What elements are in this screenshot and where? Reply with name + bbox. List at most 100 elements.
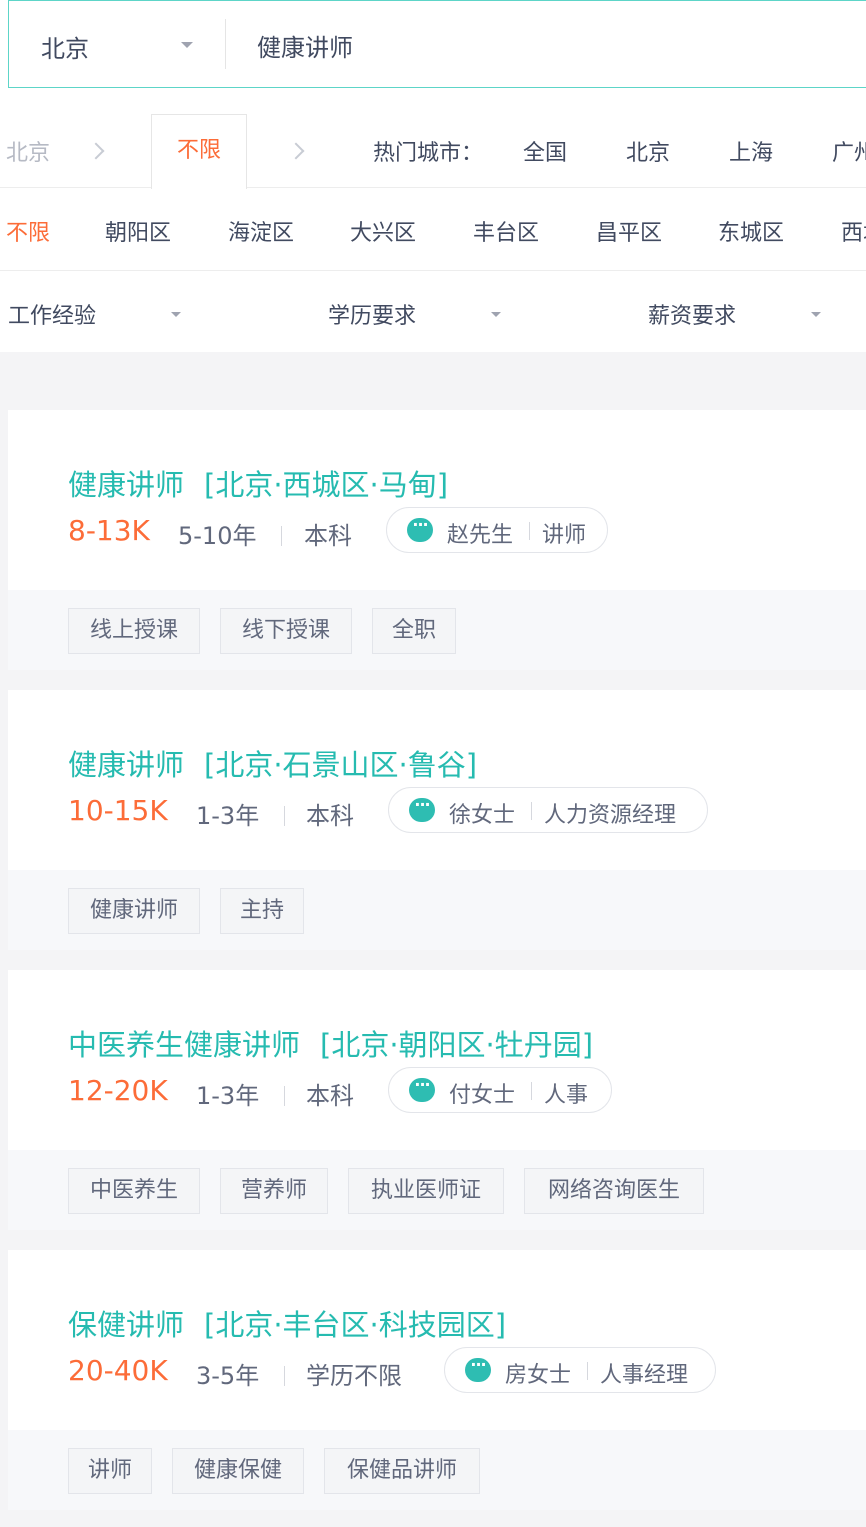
job-title[interactable]: 保健讲师 [北京·丰台区·科技园区] xyxy=(68,1302,506,1344)
chat-bubble-icon xyxy=(465,1355,491,1382)
job-tag: 健康保健 xyxy=(172,1448,304,1494)
filter-panel: 北京 北京 热门城市： 全国 北京 上海 广州 不限 不限 朝阳区 海淀区 大兴… xyxy=(0,0,866,352)
job-tag: 网络咨询医生 xyxy=(524,1168,704,1214)
meta-divider xyxy=(281,526,282,546)
meta-divider xyxy=(284,1086,285,1106)
job-location: [北京·石景山区·鲁谷] xyxy=(204,748,478,782)
job-salary: 12-20K xyxy=(68,1074,168,1107)
filter-salary[interactable]: 薪资要求 xyxy=(648,298,736,330)
chip-divider xyxy=(531,1082,532,1100)
caret-down-icon[interactable] xyxy=(171,312,181,317)
filter-experience[interactable]: 工作经验 xyxy=(8,298,96,330)
chip-divider xyxy=(531,802,532,820)
chat-bubble-icon xyxy=(409,795,435,822)
filter-education[interactable]: 学历要求 xyxy=(328,298,416,330)
hot-cities-label: 热门城市： xyxy=(373,141,484,166)
job-tag: 讲师 xyxy=(68,1448,152,1494)
hot-city-national[interactable]: 全国 xyxy=(523,135,567,167)
job-experience: 3-5年 xyxy=(196,1362,260,1390)
job-tag: 保健品讲师 xyxy=(324,1448,480,1494)
caret-down-icon[interactable] xyxy=(181,42,193,48)
job-tag: 主持 xyxy=(220,888,304,934)
recruiter-role: 人事 xyxy=(544,1083,589,1108)
job-salary: 10-15K xyxy=(68,794,168,827)
location-row: 北京 热门城市： 全国 北京 上海 广州 xyxy=(0,112,866,188)
job-education: 本科 xyxy=(306,802,354,830)
job-card[interactable]: 健康讲师 [北京·西城区·马甸] 8-13K 5-10年 本科 赵先生 讲师 线上… xyxy=(8,410,866,670)
job-salary: 20-40K xyxy=(68,1354,168,1387)
job-tags: 健康讲师 主持 xyxy=(8,870,866,950)
caret-down-icon[interactable] xyxy=(491,312,501,317)
city-selector[interactable]: 北京 xyxy=(41,29,89,64)
hot-city-shanghai[interactable]: 上海 xyxy=(729,135,773,167)
job-card-header[interactable]: 健康讲师 [北京·石景山区·鲁谷] 10-15K 1-3年 本科 徐女士 人力资源… xyxy=(8,690,866,870)
job-name: 健康讲师 xyxy=(68,468,185,502)
hot-city-guangzhou[interactable]: 广州 xyxy=(832,135,866,167)
job-tag: 中医养生 xyxy=(68,1168,200,1214)
job-tag: 营养师 xyxy=(220,1168,328,1214)
search-input[interactable] xyxy=(257,23,817,67)
job-tags: 中医养生 营养师 执业医师证 网络咨询医生 xyxy=(8,1150,866,1230)
job-experience: 1-3年 xyxy=(196,1082,260,1110)
job-card[interactable]: 健康讲师 [北京·石景山区·鲁谷] 10-15K 1-3年 本科 徐女士 人力资源… xyxy=(8,690,866,950)
chip-divider xyxy=(587,1362,588,1380)
job-tags: 讲师 健康保健 保健品讲师 xyxy=(8,1430,866,1510)
search-divider xyxy=(225,19,226,69)
filter-row: 工作经验 学历要求 薪资要求 xyxy=(0,271,866,352)
job-education: 本科 xyxy=(306,1082,354,1110)
recruiter-name: 赵先生 xyxy=(447,523,514,548)
district-dongcheng[interactable]: 东城区 xyxy=(718,215,784,247)
job-tag: 健康讲师 xyxy=(68,888,200,934)
district-daxing[interactable]: 大兴区 xyxy=(350,215,416,247)
job-tag: 执业医师证 xyxy=(348,1168,504,1214)
chip-divider xyxy=(529,522,530,540)
recruiter-role: 人事经理 xyxy=(600,1363,689,1388)
district-fengtai[interactable]: 丰台区 xyxy=(473,215,539,247)
job-tag: 全职 xyxy=(372,608,456,654)
recruiter-name: 付女士 xyxy=(449,1083,516,1108)
district-xicheng[interactable]: 西城区 xyxy=(841,215,866,247)
job-salary: 8-13K xyxy=(68,514,150,547)
breadcrumb-city[interactable]: 北京 xyxy=(6,135,50,167)
recruiter-chat-chip[interactable]: 赵先生 讲师 xyxy=(386,507,608,553)
job-education: 本科 xyxy=(304,522,352,550)
job-card-header[interactable]: 保健讲师 [北京·丰台区·科技园区] 20-40K 3-5年 学历不限 房女士 人… xyxy=(8,1250,866,1430)
district-row: 不限 朝阳区 海淀区 大兴区 丰台区 昌平区 东城区 西城区 xyxy=(0,189,866,271)
district-haidian[interactable]: 海淀区 xyxy=(228,215,294,247)
caret-down-icon[interactable] xyxy=(811,312,821,317)
hot-city-beijing[interactable]: 北京 xyxy=(626,135,670,167)
recruiter-chat-chip[interactable]: 房女士 人事经理 xyxy=(444,1347,716,1393)
job-title[interactable]: 健康讲师 [北京·西城区·马甸] xyxy=(68,462,448,504)
job-experience: 5-10年 xyxy=(178,522,257,550)
recruiter-chat-chip[interactable]: 徐女士 人力资源经理 xyxy=(388,787,708,833)
chat-bubble-icon xyxy=(409,1075,435,1102)
job-location: [北京·丰台区·科技园区] xyxy=(204,1308,507,1342)
job-title[interactable]: 中医养生健康讲师 [北京·朝阳区·牡丹园] xyxy=(68,1022,593,1064)
job-card-header[interactable]: 健康讲师 [北京·西城区·马甸] 8-13K 5-10年 本科 赵先生 讲师 xyxy=(8,410,866,590)
job-tag: 线上授课 xyxy=(68,608,200,654)
job-title[interactable]: 健康讲师 [北京·石景山区·鲁谷] xyxy=(68,742,477,784)
meta-divider xyxy=(284,806,285,826)
job-name: 保健讲师 xyxy=(68,1308,185,1342)
job-location: [北京·西城区·马甸] xyxy=(204,468,449,502)
job-experience: 1-3年 xyxy=(196,802,260,830)
recruiter-role: 人力资源经理 xyxy=(544,803,677,828)
job-education: 学历不限 xyxy=(306,1362,402,1390)
district-changping[interactable]: 昌平区 xyxy=(596,215,662,247)
recruiter-role: 讲师 xyxy=(542,523,587,548)
area-selected-tab[interactable]: 不限 xyxy=(151,114,247,189)
meta-divider xyxy=(284,1366,285,1386)
recruiter-name: 房女士 xyxy=(505,1363,572,1388)
job-location: [北京·朝阳区·牡丹园] xyxy=(320,1028,594,1062)
job-card-header[interactable]: 中医养生健康讲师 [北京·朝阳区·牡丹园] 12-20K 1-3年 本科 付女士 … xyxy=(8,970,866,1150)
job-card[interactable]: 保健讲师 [北京·丰台区·科技园区] 20-40K 3-5年 学历不限 房女士 人… xyxy=(8,1250,866,1510)
job-card[interactable]: 中医养生健康讲师 [北京·朝阳区·牡丹园] 12-20K 1-3年 本科 付女士 … xyxy=(8,970,866,1230)
recruiter-name: 徐女士 xyxy=(449,803,516,828)
district-unlimited[interactable]: 不限 xyxy=(6,215,50,247)
job-name: 健康讲师 xyxy=(68,748,185,782)
district-chaoyang[interactable]: 朝阳区 xyxy=(105,215,171,247)
job-tag: 线下授课 xyxy=(220,608,352,654)
job-tags: 线上授课 线下授课 全职 xyxy=(8,590,866,670)
recruiter-chat-chip[interactable]: 付女士 人事 xyxy=(388,1067,612,1113)
job-name: 中医养生健康讲师 xyxy=(68,1028,301,1062)
